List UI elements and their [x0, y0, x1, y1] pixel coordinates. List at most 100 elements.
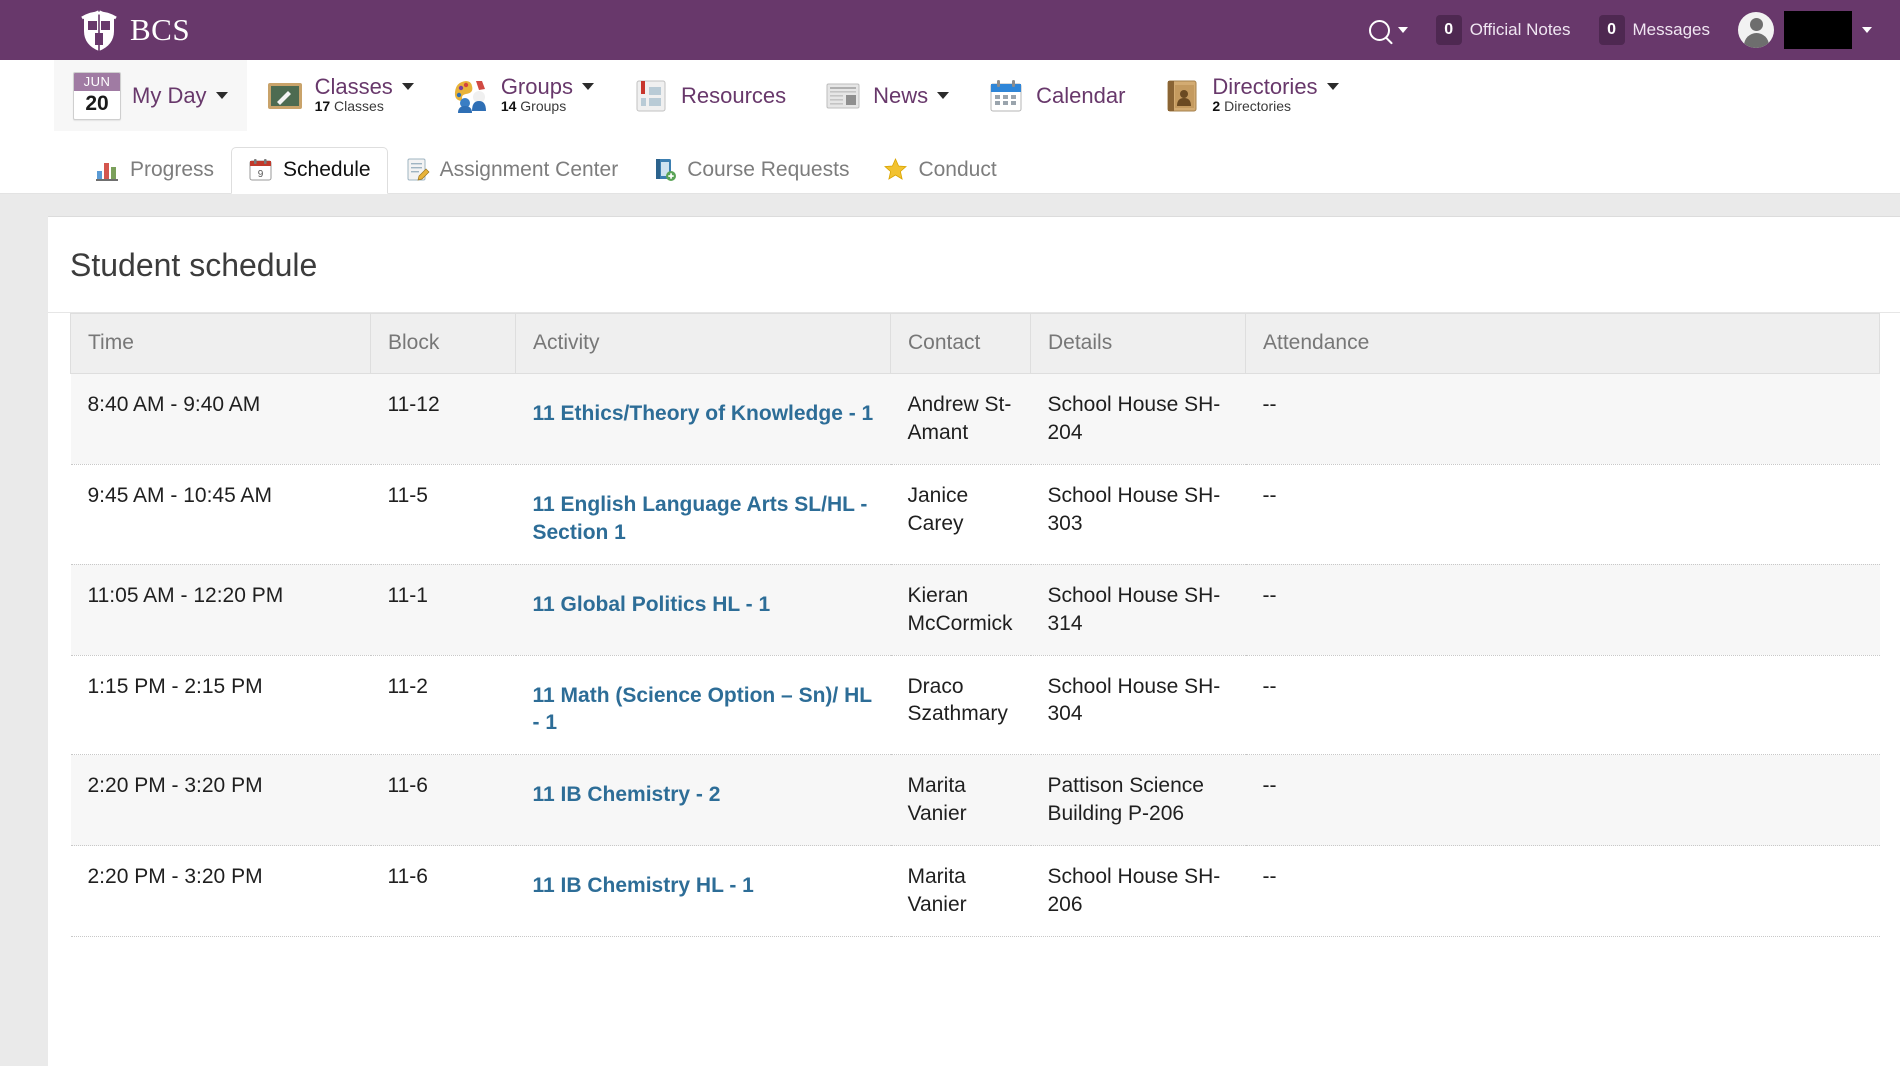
tab-label-course-requests: Course Requests — [687, 157, 850, 181]
cell-time: 1:15 PM - 2:15 PM — [70, 655, 371, 756]
tab-progress[interactable]: Progress — [78, 147, 231, 194]
nav-sublabel-groups: Groups — [520, 98, 567, 115]
search-button[interactable] — [1355, 0, 1422, 60]
cell-contact: Kieran McCormick — [890, 564, 1031, 656]
cell-activity: 11 Global Politics HL - 1 — [515, 564, 891, 656]
tab-label-assignment-center: Assignment Center — [439, 157, 619, 181]
chevron-down-icon — [1862, 27, 1872, 33]
calendar-date-icon: JUN 20 — [73, 71, 121, 120]
cell-attendance: -- — [1245, 373, 1880, 465]
nav-item-my-day[interactable]: JUN 20 My Day — [54, 60, 247, 131]
official-notes-button[interactable]: 0 Official Notes — [1422, 0, 1585, 60]
chevron-down-icon — [215, 92, 228, 99]
cell-details: School House SH-314 — [1030, 564, 1246, 656]
cell-contact: Andrew St-Amant — [890, 373, 1031, 465]
nav-item-groups[interactable]: Groups 14 Groups — [433, 60, 613, 131]
top-header-actions: 0 Official Notes 0 Messages — [1355, 0, 1900, 60]
chevron-down-icon — [1397, 27, 1408, 33]
cell-attendance: -- — [1245, 655, 1880, 756]
table-row: 11:05 AM - 12:20 PM 11-1 11 Global Polit… — [70, 564, 1880, 656]
bar-chart-icon — [96, 163, 118, 181]
messages-button[interactable]: 0 Messages — [1585, 0, 1724, 60]
tab-conduct[interactable]: Conduct — [866, 147, 1013, 194]
column-header-block[interactable]: Block — [370, 313, 516, 374]
activity-link[interactable]: 11 Global Politics HL - 1 — [533, 593, 771, 616]
page-title: Student schedule — [48, 217, 1900, 313]
nav-sublabel-classes: Classes — [334, 98, 384, 115]
book-add-icon — [656, 159, 677, 181]
cell-contact: Marita Vanier — [890, 845, 1031, 938]
cell-contact: Draco Szathmary — [890, 655, 1031, 756]
cell-activity: 11 IB Chemistry - 2 — [515, 754, 891, 847]
chalkboard-icon — [267, 82, 302, 109]
notepad-pencil-icon — [407, 158, 430, 181]
activity-link[interactable]: 11 English Language Arts SL/HL - Section… — [533, 493, 868, 544]
date-month: JUN — [74, 72, 120, 91]
cell-block: 11-5 — [370, 464, 516, 565]
table-row: 2:20 PM - 3:20 PM 11-6 11 IB Chemistry -… — [70, 754, 1880, 847]
nav-label-resources: Resources — [680, 82, 787, 108]
user-menu[interactable] — [1724, 0, 1886, 60]
tab-assignment-center[interactable]: Assignment Center — [388, 147, 636, 194]
brand-logo[interactable]: BCS — [78, 7, 190, 53]
nav-item-resources[interactable]: Resources — [613, 60, 805, 131]
table-row: 2:20 PM - 3:20 PM 11-6 11 IB Chemistry H… — [70, 845, 1880, 938]
table-header-row: Time Block Activity Contact Details Atte… — [70, 313, 1880, 374]
chevron-down-icon — [401, 83, 414, 91]
cell-time: 2:20 PM - 3:20 PM — [70, 754, 371, 847]
user-name-redacted — [1784, 11, 1852, 49]
tab-schedule[interactable]: 9 Schedule — [231, 147, 388, 194]
cell-details: School House SH-206 — [1030, 845, 1246, 938]
tab-label-progress: Progress — [130, 157, 215, 181]
cell-activity: 11 English Language Arts SL/HL - Section… — [515, 464, 891, 565]
cell-time: 2:20 PM - 3:20 PM — [70, 845, 371, 938]
nav-label-directories: Directories — [1212, 74, 1318, 100]
cell-block: 11-12 — [370, 373, 516, 465]
messages-count: 0 — [1598, 15, 1625, 45]
tab-course-requests[interactable]: Course Requests — [635, 147, 866, 194]
official-notes-label: Official Notes — [1469, 20, 1571, 39]
column-header-attendance[interactable]: Attendance — [1245, 313, 1880, 374]
sub-navigation-tabs: Progress 9 Schedule Assignment Center Co… — [0, 132, 1900, 194]
calendar-icon — [990, 79, 1022, 111]
cell-details: School House SH-304 — [1030, 655, 1246, 756]
calendar-schedule-icon: 9 — [249, 159, 272, 181]
cell-activity: 11 IB Chemistry HL - 1 — [515, 845, 891, 938]
page-body: Student schedule Time Block Activity Con… — [0, 194, 1900, 1066]
cell-attendance: -- — [1245, 464, 1880, 565]
cell-details: School House SH-303 — [1030, 464, 1246, 565]
groups-palette-icon — [454, 80, 486, 113]
student-schedule-card: Student schedule Time Block Activity Con… — [48, 216, 1900, 1066]
column-header-time[interactable]: Time — [70, 313, 371, 374]
nav-label-classes: Classes — [314, 74, 393, 100]
nav-item-news[interactable]: News — [805, 60, 968, 131]
cell-contact: Marita Vanier — [890, 754, 1031, 847]
nav-item-calendar[interactable]: Calendar — [968, 60, 1144, 131]
schedule-table-container: Time Block Activity Contact Details Atte… — [48, 313, 1900, 938]
chevron-down-icon — [581, 83, 594, 91]
cell-details: Pattison Science Building P-206 — [1030, 754, 1246, 847]
cell-block: 11-6 — [370, 754, 516, 847]
cell-activity: 11 Ethics/Theory of Knowledge - 1 — [515, 373, 891, 465]
address-book-icon — [1167, 80, 1197, 111]
date-day: 20 — [85, 91, 109, 115]
nav-label-calendar: Calendar — [1036, 82, 1126, 108]
column-header-details[interactable]: Details — [1030, 313, 1246, 374]
cell-time: 11:05 AM - 12:20 PM — [70, 564, 371, 656]
activity-link[interactable]: 11 IB Chemistry HL - 1 — [533, 874, 754, 897]
student-schedule-table: Time Block Activity Contact Details Atte… — [70, 313, 1880, 938]
column-header-activity[interactable]: Activity — [515, 313, 891, 374]
cell-block: 11-1 — [370, 564, 516, 656]
table-row: 9:45 AM - 10:45 AM 11-5 11 English Langu… — [70, 464, 1880, 565]
cell-block: 11-2 — [370, 655, 516, 756]
cell-attendance: -- — [1245, 754, 1880, 847]
cell-attendance: -- — [1245, 845, 1880, 938]
search-icon — [1368, 19, 1390, 41]
activity-link[interactable]: 11 IB Chemistry - 2 — [533, 783, 721, 806]
top-header-bar: BCS 0 Official Notes 0 Messages — [0, 0, 1900, 60]
nav-item-classes[interactable]: Classes 17 Classes — [247, 60, 433, 131]
nav-item-directories[interactable]: Directories 2 Directories — [1144, 60, 1357, 131]
activity-link[interactable]: 11 Math (Science Option – Sn)/ HL - 1 — [533, 684, 872, 735]
column-header-contact[interactable]: Contact — [890, 313, 1031, 374]
activity-link[interactable]: 11 Ethics/Theory of Knowledge - 1 — [533, 402, 874, 425]
